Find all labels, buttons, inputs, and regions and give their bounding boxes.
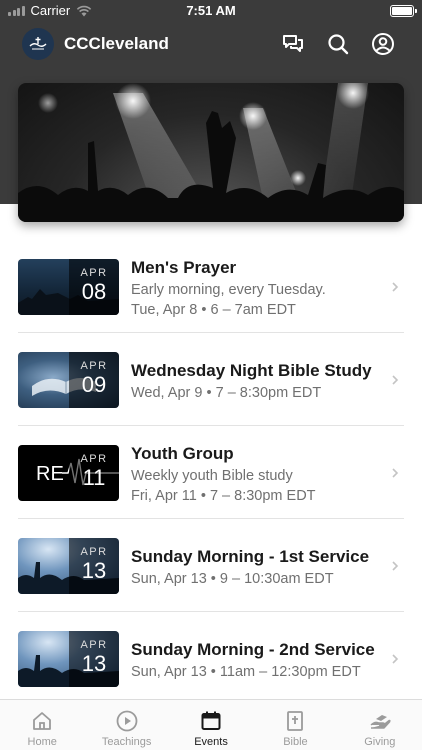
event-description: Early morning, every Tuesday. — [131, 282, 326, 298]
home-icon — [33, 712, 52, 730]
event-text: Sunday Morning - 1st Service Sun, Apr 13… — [131, 547, 382, 587]
event-month: APR — [80, 546, 108, 558]
event-date: APR 11 — [69, 445, 119, 501]
hero-image[interactable] — [18, 83, 404, 222]
event-list: APR 08 Men's Prayer Early morning, every… — [0, 240, 422, 705]
tab-home[interactable]: Home — [0, 700, 84, 750]
status-bar: Carrier 7:51 AM — [0, 0, 422, 22]
event-title: Sunday Morning - 1st Service — [131, 547, 370, 566]
tab-events[interactable]: Events — [169, 700, 253, 750]
event-text: Youth Group Weekly youth Bible study Fri… — [131, 444, 382, 504]
tab-label: Bible — [283, 736, 308, 748]
event-row[interactable]: APR 09 Wednesday Night Bible Study Wed, … — [0, 333, 422, 426]
event-row[interactable]: APR 13 Sunday Morning - 1st Service Sun,… — [0, 519, 422, 612]
event-when: Wed, Apr 9 • 7 – 8:30pm EDT — [131, 385, 322, 401]
church-logo-icon[interactable] — [22, 28, 54, 60]
chevron-right-icon — [392, 654, 399, 664]
account-icon[interactable] — [371, 32, 395, 56]
event-thumbnail: APR 13 — [18, 538, 119, 594]
event-day: 09 — [81, 372, 107, 397]
tab-giving[interactable]: Giving — [338, 700, 422, 750]
event-title: Sunday Morning - 2nd Service — [131, 640, 375, 659]
event-title: Wednesday Night Bible Study — [131, 361, 372, 380]
chevron-right-icon — [392, 282, 399, 292]
event-text: Sunday Morning - 2nd Service Sun, Apr 13… — [131, 640, 382, 680]
event-date: APR 08 — [69, 259, 119, 315]
tab-teachings[interactable]: Teachings — [84, 700, 168, 750]
concert-image — [18, 83, 404, 222]
chevron-right-icon — [392, 468, 399, 478]
event-date: APR 13 — [69, 631, 119, 687]
event-text: Wednesday Night Bible Study Wed, Apr 9 •… — [131, 361, 382, 401]
re-logo-text: RE — [36, 463, 64, 485]
chevron-right-icon — [392, 375, 399, 385]
app-title: CCCleveland — [64, 34, 169, 53]
event-day: 13 — [81, 651, 107, 676]
status-time: 7:51 AM — [186, 3, 236, 18]
tab-label: Giving — [364, 736, 396, 748]
tab-label: Home — [27, 736, 57, 748]
event-date: APR 09 — [69, 352, 119, 408]
event-title: Men's Prayer — [131, 258, 237, 277]
event-month: APR — [80, 453, 108, 465]
tab-label: Events — [194, 736, 228, 748]
event-month: APR — [80, 267, 108, 279]
event-row[interactable]: APR 13 Sunday Morning - 2nd Service Sun,… — [0, 612, 422, 705]
chevron-right-icon — [392, 561, 399, 571]
event-day: 11 — [82, 465, 106, 490]
giving-hand-icon — [370, 715, 391, 729]
bible-icon — [287, 711, 304, 731]
app-header: CCCleveland — [0, 22, 422, 66]
event-when: Sun, Apr 13 • 11am – 12:30pm EDT — [131, 664, 361, 680]
event-date: APR 13 — [69, 538, 119, 594]
search-icon[interactable] — [326, 32, 350, 56]
tab-bible[interactable]: Bible — [253, 700, 337, 750]
event-thumbnail: APR 09 — [18, 352, 119, 408]
event-month: APR — [80, 639, 108, 651]
event-thumbnail: APR 13 — [18, 631, 119, 687]
event-row[interactable]: APR 08 Men's Prayer Early morning, every… — [0, 240, 422, 333]
event-day: 08 — [81, 279, 107, 304]
chat-icon[interactable] — [281, 32, 305, 56]
event-when: Fri, Apr 11 • 7 – 8:30pm EDT — [131, 488, 316, 504]
tab-bar: Home Teachings Events Bible Giving — [0, 699, 422, 750]
event-row[interactable]: RE APR 11 Youth Group Weekly youth Bible… — [0, 426, 422, 519]
event-thumbnail: APR 08 — [18, 259, 119, 315]
play-circle-icon — [116, 710, 138, 732]
event-month: APR — [80, 360, 108, 372]
battery-icon — [390, 5, 417, 17]
event-when: Sun, Apr 13 • 9 – 10:30am EDT — [131, 571, 334, 587]
event-when: Tue, Apr 8 • 6 – 7am EDT — [131, 302, 296, 318]
calendar-icon — [201, 711, 221, 730]
event-text: Men's Prayer Early morning, every Tuesda… — [131, 258, 382, 318]
tab-label: Teachings — [101, 736, 152, 748]
event-thumbnail: RE APR 11 — [18, 445, 119, 501]
event-day: 13 — [81, 558, 107, 583]
event-description: Weekly youth Bible study — [131, 468, 293, 484]
event-title: Youth Group — [131, 444, 234, 463]
